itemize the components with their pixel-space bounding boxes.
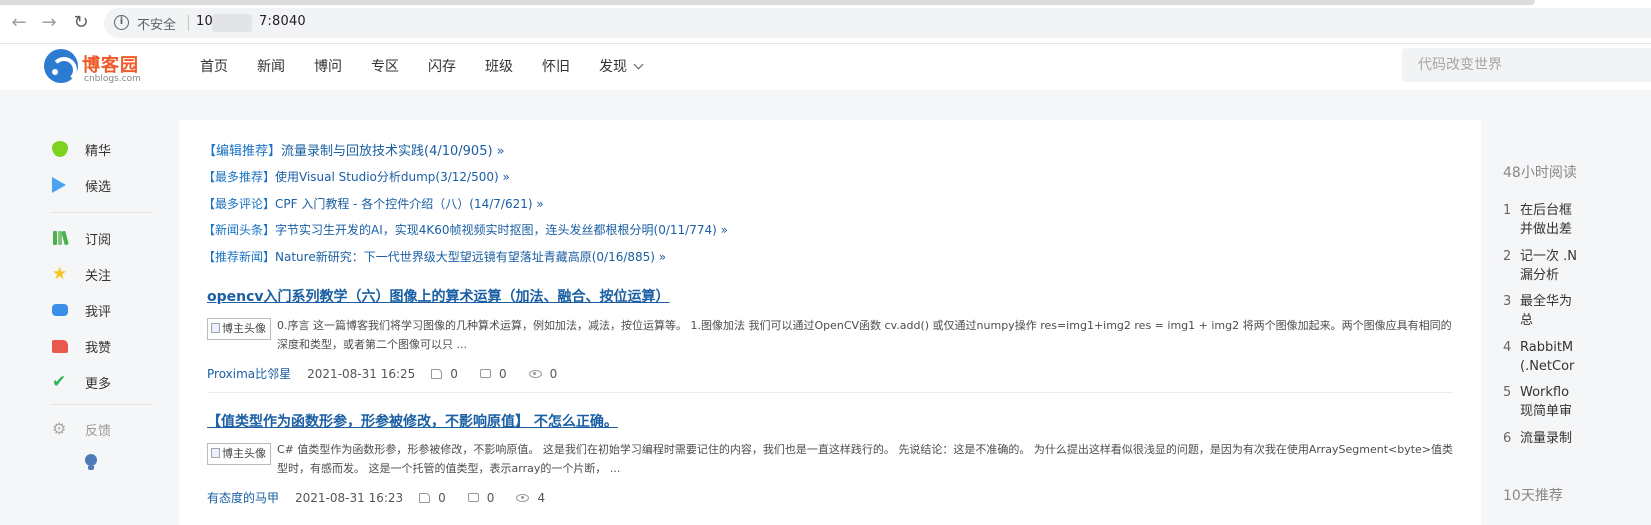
address-separator xyxy=(188,15,189,31)
author-avatar[interactable]: 博主头像 xyxy=(207,443,271,465)
post-date: 2021-08-31 16:23 xyxy=(295,490,404,505)
sidebar-item-subscribe[interactable]: 订阅 xyxy=(52,227,111,249)
nav-item-zone[interactable]: 专区 xyxy=(371,56,399,76)
hot-list-item[interactable]: 5 Workflo 现简单审 xyxy=(1503,383,1651,421)
post-summary: 0.序言 这一篇博客我们将学习图像的几种算术运算，例如加法，减法，按位运算等。 … xyxy=(277,319,1452,351)
sidebar-item-label: 关注 xyxy=(85,268,112,284)
sidebar-item-feedback[interactable]: ⚙ 反馈 xyxy=(52,418,111,440)
address-bar[interactable]: i 不安全 10 7:8040 xyxy=(104,8,1651,38)
nav-item-news[interactable]: 新闻 xyxy=(257,56,285,76)
sidebar-divider xyxy=(52,212,152,213)
sidebar-divider xyxy=(52,404,152,405)
author-avatar[interactable]: 博主头像 xyxy=(207,318,271,340)
star-icon: ★ xyxy=(52,264,68,284)
nav-item-flash[interactable]: 闪存 xyxy=(428,56,456,76)
recommend-10d-heading: 10天推荐 xyxy=(1503,488,1563,504)
post-meta: Proxima比邻星 2021-08-31 16:25 0 0 0 xyxy=(207,365,579,382)
comment-count[interactable]: 0 xyxy=(467,491,494,505)
sidebar-item-label: 订阅 xyxy=(85,232,112,248)
wrench-icon: ⚙ xyxy=(52,419,67,438)
view-count: 0 xyxy=(528,367,557,381)
post-summary: C# 值类型作为函数形参，形参被修改，不影响原值。 这是我们在初始学习编程时需要… xyxy=(277,443,1454,475)
back-arrow-icon[interactable]: ← xyxy=(8,12,30,34)
books-icon xyxy=(52,230,69,246)
post-date: 2021-08-31 16:25 xyxy=(307,366,416,381)
eye-icon xyxy=(528,369,542,378)
comment-count[interactable]: 0 xyxy=(479,367,507,381)
main-nav: 首页 新闻 博问 专区 闪存 班级 怀旧 发现 xyxy=(200,56,671,76)
sidebar-item-candidate[interactable]: 候选 xyxy=(52,174,111,196)
post-meta: 有态度的马甲 2021-08-31 16:23 0 0 4 xyxy=(207,489,567,506)
like-count[interactable]: 0 xyxy=(419,491,446,505)
post-author-link[interactable]: Proxima比邻星 xyxy=(207,365,291,382)
lightbulb-icon[interactable] xyxy=(84,454,98,472)
site-logo[interactable]: 博客园 cnblogs.com xyxy=(44,49,184,85)
nav-item-nostalgia[interactable]: 怀旧 xyxy=(542,56,570,76)
sidebar-item-featured[interactable]: 精华 xyxy=(52,138,111,160)
nav-item-home[interactable]: 首页 xyxy=(200,56,228,76)
like-count[interactable]: 0 xyxy=(431,367,458,381)
sidebar-item-label: 我评 xyxy=(85,304,112,320)
sidebar-item-my-comments[interactable]: 我评 xyxy=(52,299,111,321)
right-sidebar: 48小时阅读 1 在后台框 并做出差 2 记一次 .N 漏分析 3 最全华为总 4 Rabb… xyxy=(1481,90,1651,525)
chevron-down-icon xyxy=(633,59,644,70)
view-count: 4 xyxy=(516,491,545,505)
left-sidebar: 精华 候选 订阅 ★ 关注 我评 我赞 ✔ 更多 ⚙ 反馈 xyxy=(0,90,178,525)
play-icon xyxy=(52,177,66,193)
sidebar-item-more[interactable]: ✔ 更多 xyxy=(52,371,111,393)
sidebar-item-following[interactable]: ★ 关注 xyxy=(52,263,111,285)
recommend-link[interactable]: 【推荐新闻】Nature新研究：下一代世界级大型望远镜有望落址青藏高原(0/16… xyxy=(203,248,666,265)
browser-toolbar: ← → ↻ i 不安全 10 7:8040 xyxy=(0,0,1651,44)
like-icon xyxy=(419,492,431,503)
gem-icon xyxy=(52,141,68,157)
like-icon xyxy=(431,368,443,379)
check-icon: ✔ xyxy=(52,372,67,392)
recommend-link[interactable]: 【最多推荐】使用Visual Studio分析dump(3/12/500) » xyxy=(203,168,510,185)
sidebar-item-label: 更多 xyxy=(85,376,112,392)
hot-list-item[interactable]: 4 RabbitM (.NetCor xyxy=(1503,338,1651,376)
post-divider xyxy=(207,392,1453,393)
nav-item-discover[interactable]: 发现 xyxy=(599,56,644,76)
post-author-link[interactable]: 有态度的马甲 xyxy=(207,489,279,506)
post-title-link[interactable]: 【值类型作为函数形参，形参被修改，不影响原值】 不怎么正确。 xyxy=(207,411,618,431)
comment-icon xyxy=(52,304,68,316)
broken-image-icon xyxy=(211,323,220,333)
site-header: 博客园 cnblogs.com 首页 新闻 博问 专区 闪存 班级 怀旧 发现 xyxy=(0,44,1651,90)
hot-list-item[interactable]: 6 流量录制 xyxy=(1503,429,1651,448)
sidebar-item-label: 候选 xyxy=(85,179,112,195)
sidebar-item-label: 我赞 xyxy=(85,340,112,356)
thumb-icon xyxy=(52,339,68,353)
sidebar-item-label: 精华 xyxy=(85,143,112,159)
forward-arrow-icon[interactable]: → xyxy=(38,12,60,34)
sidebar-item-my-likes[interactable]: 我赞 xyxy=(52,335,111,357)
hot-list-item[interactable]: 3 最全华为总 xyxy=(1503,292,1651,330)
comment-icon xyxy=(479,369,491,378)
hot-48h-heading: 48小时阅读 xyxy=(1503,165,1577,181)
recommend-link[interactable]: 【新闻头条】字节实习生开发的AI，实现4K60帧视频实时抠图，连头发丝都根根分明… xyxy=(203,221,728,238)
search-input[interactable] xyxy=(1402,48,1651,82)
redacted-url-part xyxy=(212,14,252,32)
nav-item-class[interactable]: 班级 xyxy=(485,56,513,76)
hot-list-item[interactable]: 1 在后台框 并做出差 xyxy=(1503,201,1651,239)
comment-icon xyxy=(467,493,479,502)
tab-strip xyxy=(0,0,1535,5)
recommend-link[interactable]: 【最多评论】CPF 入门教程 - 各个控件介绍（八）(14/7/621) » xyxy=(203,195,544,212)
sidebar-item-label: 反馈 xyxy=(85,423,112,439)
hot-list-item[interactable]: 2 记一次 .N 漏分析 xyxy=(1503,247,1651,285)
rss-logo-icon xyxy=(44,49,78,83)
reload-icon[interactable]: ↻ xyxy=(70,12,92,34)
post-title-link[interactable]: opencv入门系列教学（六）图像上的算术运算（加法、融合、按位运算） xyxy=(207,286,670,306)
eye-icon xyxy=(516,493,530,502)
info-icon[interactable]: i xyxy=(114,15,129,30)
logo-domain: cnblogs.com xyxy=(84,74,141,84)
broken-image-icon xyxy=(211,448,220,458)
main-content: 【编辑推荐】流量录制与回放技术实践(4/10/905) » 【最多推荐】使用Vi… xyxy=(179,120,1481,525)
recommend-link[interactable]: 【编辑推荐】流量录制与回放技术实践(4/10/905) » xyxy=(203,140,505,159)
nav-item-qa[interactable]: 博问 xyxy=(314,56,342,76)
insecure-label[interactable]: 不安全 xyxy=(137,14,176,33)
